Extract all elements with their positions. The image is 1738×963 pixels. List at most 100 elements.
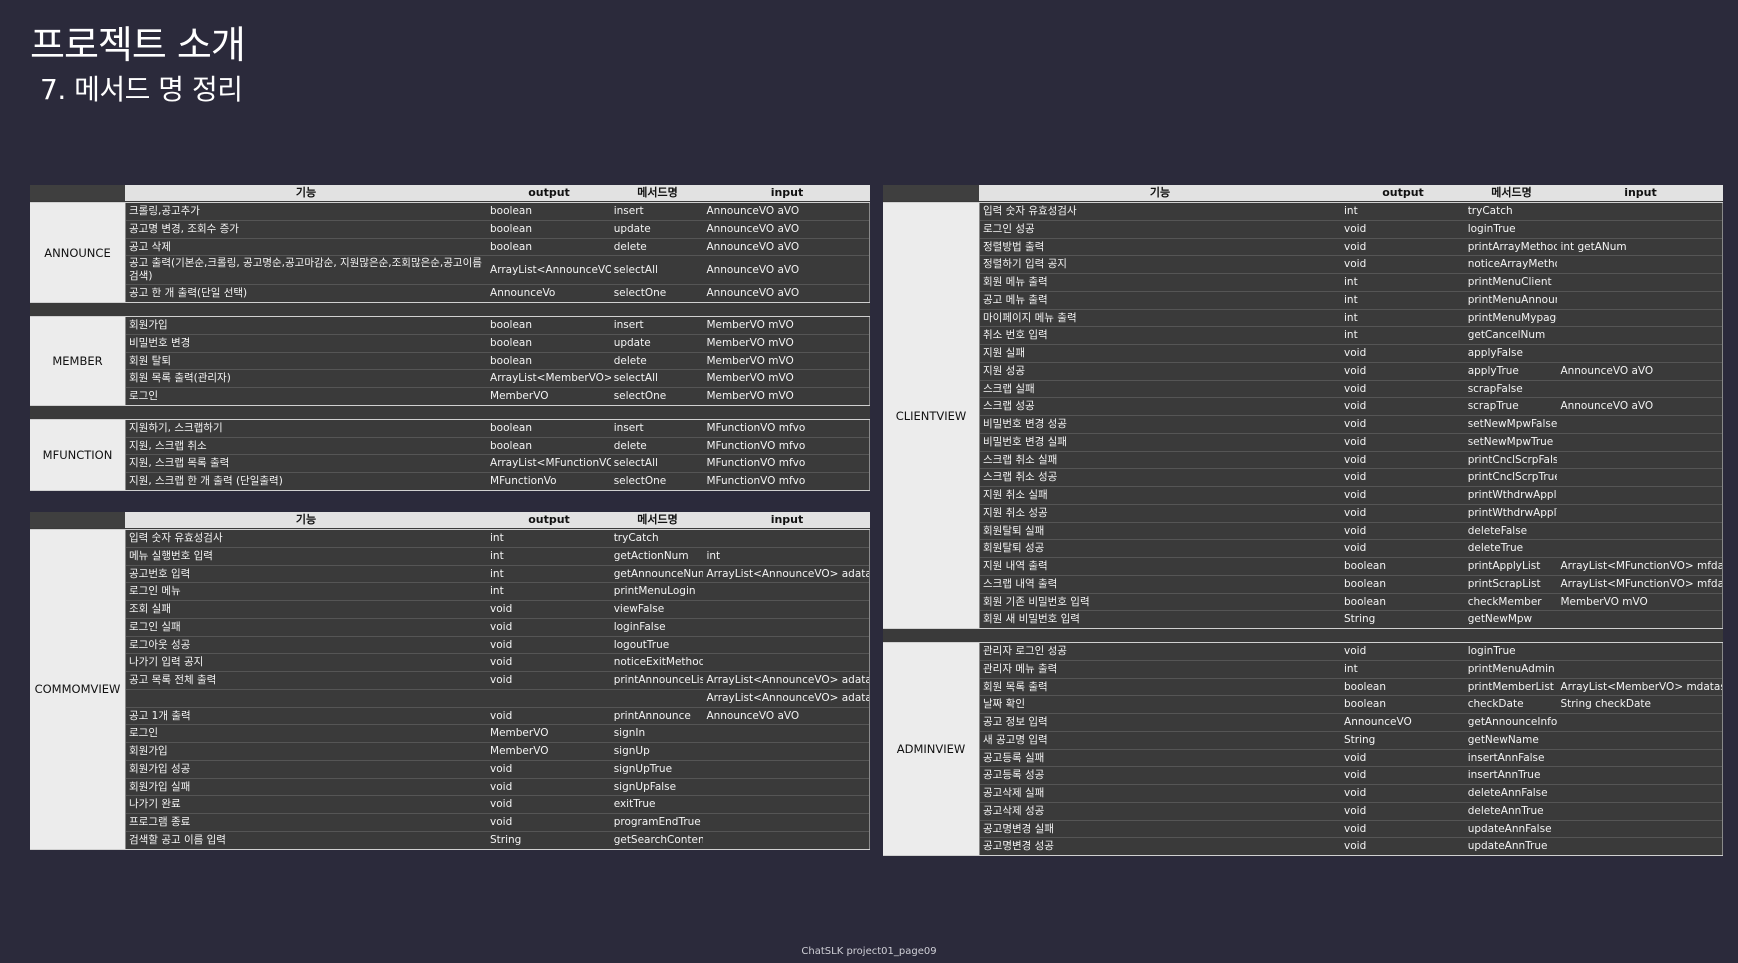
cell-output: int	[490, 549, 504, 562]
cell-feature: 지원, 스크랩 한 개 출력 (단일출력)	[129, 475, 283, 487]
table-row: 공고삭제 성공 void deleteAnnTrue	[980, 803, 1722, 821]
cell-input: MemberVO mVO	[706, 319, 794, 331]
cell-input	[703, 637, 869, 654]
table-row: 새 공고명 입력 String getNewName	[980, 732, 1722, 750]
table-row: 관리자 로그인 성공 void loginTrue	[980, 643, 1722, 661]
cell-output: boolean	[1344, 698, 1386, 711]
header-input: input	[770, 513, 804, 526]
table-row: 날짜 확인 boolean checkDate String checkDate	[980, 696, 1722, 714]
cell-method: delete	[613, 354, 647, 367]
header-feature: 기능	[295, 513, 317, 526]
table-row: 공고번호 입력 int getAnnounceNum ArrayList<Announ…	[126, 566, 869, 584]
cell-output: void	[1344, 418, 1367, 430]
cell-input: ArrayList<MFunctionVO> mfdatas	[1560, 577, 1722, 590]
cell-output: void	[1344, 506, 1367, 519]
cell-input: AnnounceVO aVO	[706, 222, 800, 235]
cell-method: getCancelNum	[1467, 329, 1546, 342]
table-row: 지원 취소 실패 void printWthdrwApplFalse	[980, 487, 1722, 505]
cell-input	[1557, 750, 1722, 767]
cell-output: boolean	[490, 319, 532, 331]
table-row: 로그인 실패 void loginFalse	[126, 619, 869, 637]
cell-method: tryCatch	[1467, 205, 1513, 217]
table-row: 메뉴 실행번호 입력 int getActionNum int	[126, 548, 869, 566]
table-header: 기능 output 메서드명 input	[883, 185, 1723, 201]
cell-input: AnnounceVO aVO	[1560, 364, 1654, 377]
cell-input	[703, 725, 869, 742]
cell-input	[703, 832, 869, 849]
table-row: 회원탈퇴 성공 void deleteTrue	[980, 540, 1722, 558]
cell-method: loginTrue	[1467, 222, 1516, 235]
table-row: 공고등록 실패 void insertAnnFalse	[980, 750, 1722, 768]
table-row: 공고 목록 전체 출력 void printAnnounceList ArrayLis…	[126, 672, 869, 690]
group-label: MFUNCTION	[30, 419, 125, 490]
cell-feature: 스크랩 취소 실패	[983, 453, 1058, 466]
cell-feature: 검색할 공고 이름 입력	[129, 833, 226, 846]
cell-output: MemberVO	[490, 390, 549, 402]
cell-input	[1557, 785, 1722, 802]
cell-method: printAnnounceList	[613, 674, 704, 686]
table-row: 회원가입 실패 void signUpFalse	[126, 779, 869, 797]
cell-method: signUpFalse	[613, 780, 677, 793]
cell-feature: 크롤링,공고추가	[129, 205, 200, 217]
cell-feature: 공고 메뉴 출력	[983, 293, 1048, 306]
cell-method: insert	[613, 421, 644, 434]
cell-output: boolean	[490, 354, 532, 367]
cell-method: getAnnounceInfo	[1467, 716, 1558, 728]
cell-method: insertAnnTrue	[1467, 769, 1541, 782]
cell-input	[703, 601, 869, 618]
cell-method: selectOne	[613, 390, 667, 402]
cell-input	[1557, 714, 1722, 731]
cell-method: viewFalse	[613, 603, 665, 615]
cell-input: MemberVO mVO	[706, 372, 794, 385]
table-row: 회원 메뉴 출력 int printMenuClient	[980, 274, 1722, 292]
cell-feature: 지원 내역 출력	[983, 560, 1048, 572]
cell-output: void	[1344, 400, 1367, 413]
cell-output: void	[490, 762, 513, 775]
table-row: 지원 취소 성공 void printWthdrwApplTrue	[980, 505, 1722, 523]
cell-method: update	[613, 222, 651, 235]
table-row: 로그인 MemberVO signIn	[126, 725, 869, 743]
cell-output: ArrayList<AnnounceVO>	[490, 264, 611, 277]
cell-feature: 새 공고명 입력	[983, 733, 1048, 746]
cell-method: printArrayMethod	[1467, 240, 1558, 253]
cell-feature: 회원탈퇴 실패	[983, 524, 1045, 537]
cell-output: void	[1344, 769, 1367, 782]
cell-method: tryCatch	[613, 532, 659, 544]
cell-output: void	[1344, 840, 1367, 853]
group-clientview: CLIENTVIEW 입력 숫자 유효성검사 int tryCatch 로그인 성공 v…	[883, 202, 1723, 629]
cell-output: void	[490, 638, 513, 651]
cell-output: void	[1344, 822, 1367, 835]
cell-feature: 지원 취소 성공	[983, 506, 1048, 519]
table-row: 스크랩 취소 실패 void printCnclScrpFalse	[980, 452, 1722, 470]
group-separator	[883, 629, 1723, 642]
cell-input	[1557, 821, 1722, 838]
cell-feature: 나가기 완료	[129, 798, 181, 811]
cell-input	[1557, 345, 1722, 362]
cell-input	[703, 619, 869, 636]
header-output: output	[528, 513, 570, 526]
cell-output: boolean	[490, 439, 532, 452]
table-row: 크롤링,공고추가 boolean insert AnnounceVO aVO	[126, 203, 869, 221]
cell-feature: 공고 삭제	[129, 240, 171, 253]
cell-feature: 지원, 스크랩 목록 출력	[129, 457, 230, 470]
cell-input: ArrayList<AnnounceVO> adatas, int	[706, 691, 869, 704]
cell-feature: 공고등록 실패	[983, 751, 1045, 764]
cell-method: printMenuMypage	[1467, 311, 1558, 324]
cell-output: void	[1344, 222, 1367, 235]
cell-feature: 로그인	[129, 390, 158, 402]
header-input: input	[770, 186, 804, 199]
cell-feature: 지원, 스크랩 취소	[129, 439, 207, 452]
cell-input: AnnounceVO aVO	[706, 205, 800, 217]
cell-output: void	[1344, 751, 1367, 764]
cell-input	[703, 814, 869, 831]
cell-method: printWthdrwApplTrue	[1467, 506, 1558, 519]
cell-input: MemberVO mVO	[1560, 595, 1648, 608]
cell-feature: 입력 숫자 유효성검사	[129, 532, 223, 544]
cell-output: boolean	[490, 205, 532, 217]
table-row: 공고명변경 성공 void updateAnnTrue	[980, 838, 1722, 855]
cell-output: boolean	[490, 240, 532, 253]
cell-input	[1557, 221, 1722, 238]
header-method: 메서드명	[637, 186, 678, 199]
cell-method: signUp	[613, 745, 650, 757]
cell-method: insert	[613, 205, 644, 217]
